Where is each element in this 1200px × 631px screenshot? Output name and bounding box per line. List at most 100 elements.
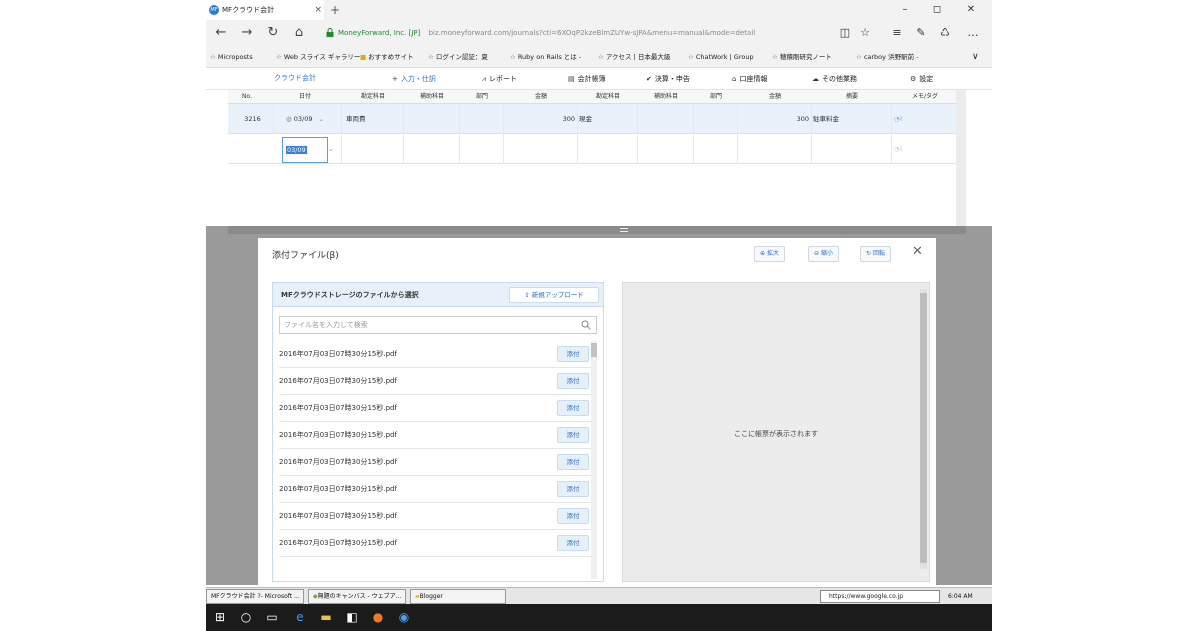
row-credit-dept[interactable] xyxy=(694,104,738,134)
refresh-icon[interactable]: ↻ xyxy=(262,20,284,46)
app-logo[interactable]: クラウド会計 xyxy=(274,73,316,83)
reading-view-icon[interactable]: ◫ xyxy=(834,20,856,46)
home-icon[interactable]: ⌂ xyxy=(288,20,310,46)
attach-button[interactable]: 添付 xyxy=(557,427,589,443)
row-debit-dept[interactable] xyxy=(460,104,504,134)
row-debit-amount[interactable] xyxy=(504,134,578,164)
more-icon[interactable]: … xyxy=(962,20,984,46)
row-description[interactable] xyxy=(812,134,892,164)
row-credit-dept[interactable] xyxy=(694,134,738,164)
star-icon: ■ xyxy=(360,53,367,61)
taskbar-item-blogger[interactable]: ▰Blogger xyxy=(410,589,506,604)
nav-report[interactable]: ⩘ レポート xyxy=(482,68,517,90)
row-debit-sub[interactable] xyxy=(404,134,460,164)
attach-button[interactable]: 添付 xyxy=(557,481,589,497)
storage-panel-header: MFクラウドストレージのファイルから選択 ⇪ 新規アップロード xyxy=(273,283,603,307)
row-credit-account[interactable] xyxy=(578,134,638,164)
chrome-icon[interactable]: ◉ xyxy=(392,604,416,631)
rotate-button[interactable]: ↻ 回転 xyxy=(860,246,892,262)
close-icon[interactable]: ✕ xyxy=(912,244,923,259)
table-row[interactable]: 3216 ◍ 03/09 ⌄ 車両費 300 現金 300 駐車料金 ◔⌇ xyxy=(228,104,966,134)
row-memo-icons[interactable]: ◔⌇ xyxy=(892,134,958,164)
attach-button[interactable]: 添付 xyxy=(557,508,589,524)
taskbar-url-box[interactable]: https://www.google.co.jp xyxy=(820,590,940,603)
row-debit-account[interactable] xyxy=(342,134,404,164)
browser-tab[interactable]: MF MFクラウド会計 × xyxy=(206,0,324,20)
splitter-bar[interactable] xyxy=(228,226,966,234)
share-icon[interactable]: ♺ xyxy=(934,20,956,46)
nav-input[interactable]: + 入力・仕訳 xyxy=(392,68,436,90)
row-credit-account[interactable]: 現金 xyxy=(578,104,638,134)
maximize-icon[interactable]: ◻ xyxy=(924,0,950,20)
favorite-item[interactable]: ☆ carboy 浜野駅前 - xyxy=(856,46,919,68)
minimize-icon[interactable]: – xyxy=(892,0,918,20)
favorite-item[interactable]: ☆ ログイン認証：夏 xyxy=(428,46,488,68)
upload-button[interactable]: ⇪ 新規アップロード xyxy=(509,287,599,303)
zoom-out-button[interactable]: ⊖ 縮小 xyxy=(808,246,840,262)
row-debit-dept[interactable] xyxy=(460,134,504,164)
favorite-item[interactable]: ☆ アクセス | 日本最大級 xyxy=(598,46,670,68)
forward-icon[interactable]: → xyxy=(236,20,258,46)
favorites-chevron-icon[interactable]: ∨ xyxy=(972,46,979,68)
row-credit-amount[interactable]: 300 xyxy=(738,104,812,134)
nav-ledger[interactable]: ▤ 会計帳簿 xyxy=(568,68,606,90)
row-credit-sub[interactable] xyxy=(638,104,694,134)
cortana-icon[interactable]: ○ xyxy=(234,604,258,631)
edge-icon[interactable]: e xyxy=(288,604,312,631)
taskbar-item-mf[interactable]: MFクラウド会計 ?- Microsoft ... xyxy=(206,589,304,604)
hub-icon[interactable]: ≡ xyxy=(886,20,908,46)
tab-close-icon[interactable]: × xyxy=(314,0,322,20)
back-icon[interactable]: ← xyxy=(210,20,232,46)
media-icon[interactable]: ● xyxy=(366,604,390,631)
row-description[interactable]: 駐車料金 xyxy=(812,104,892,134)
chevron-down-icon[interactable]: ⌄ xyxy=(328,134,342,164)
table-row[interactable]: 03/09 ⌄ ◔⌇ xyxy=(228,134,966,164)
start-icon[interactable]: ⊞ xyxy=(208,604,232,631)
nav-other[interactable]: ☁ その他業務 xyxy=(812,68,857,90)
file-name: 2016年07月03日07時30分15秒.pdf xyxy=(279,512,397,520)
window-close-icon[interactable]: ✕ xyxy=(958,0,984,20)
favorite-star-icon[interactable]: ☆ xyxy=(854,20,876,46)
attach-button[interactable]: 添付 xyxy=(557,346,589,362)
file-name: 2016年07月03日07時30分15秒.pdf xyxy=(279,431,397,439)
drag-handle-icon[interactable] xyxy=(620,228,628,232)
address-bar[interactable]: MoneyForward, Inc. [JP] biz.moneyforward… xyxy=(324,24,844,42)
preview-scrollbar[interactable] xyxy=(920,289,927,569)
nav-accounts[interactable]: ⌂ 口座情報 xyxy=(732,68,767,90)
favorite-item[interactable]: ☆ Ruby on Rails とは - xyxy=(510,46,581,68)
tab-strip: MF MFクラウド会計 × + – ◻ ✕ xyxy=(206,0,992,20)
nav-settings[interactable]: ⚙ 設定 xyxy=(910,68,933,90)
row-memo-icons[interactable]: ◔⌇ xyxy=(892,104,958,134)
attach-button[interactable]: 添付 xyxy=(557,454,589,470)
row-date-cell[interactable]: ◍ 03/09 ⌄ xyxy=(282,104,342,134)
file-search-input[interactable]: ファイル名を入力して検索 xyxy=(279,316,597,334)
star-icon: ☆ xyxy=(510,53,516,61)
new-tab-icon[interactable]: + xyxy=(330,0,340,20)
zoom-in-button[interactable]: ⊕ 拡大 xyxy=(754,246,786,262)
favorite-item[interactable]: ■ おすすめサイト xyxy=(360,46,414,68)
row-debit-sub[interactable] xyxy=(404,104,460,134)
col-debit-dept: 部門 xyxy=(475,93,488,100)
store-icon[interactable]: ◧ xyxy=(340,604,364,631)
file-list-scrollbar[interactable] xyxy=(591,341,597,579)
attach-button[interactable]: 添付 xyxy=(557,535,589,551)
scrollbar-thumb[interactable] xyxy=(591,343,597,357)
nav-settlement[interactable]: ✔ 決算・申告 xyxy=(646,68,690,90)
attach-button[interactable]: 添付 xyxy=(557,400,589,416)
attach-button[interactable]: 添付 xyxy=(557,373,589,389)
task-view-icon[interactable]: ▭ xyxy=(260,604,284,631)
row-debit-account[interactable]: 車両費 xyxy=(342,104,404,134)
favorite-item[interactable]: ☆ ChatWork | Group xyxy=(688,46,754,68)
web-note-icon[interactable]: ✎ xyxy=(910,20,932,46)
favorite-item[interactable]: ☆ Web スライス ギャラリー xyxy=(276,46,360,68)
date-input[interactable]: 03/09 xyxy=(282,137,328,163)
list-item: 2016年07月03日07時30分15秒.pdf 添付 xyxy=(279,476,591,503)
row-debit-amount[interactable]: 300 xyxy=(504,104,578,134)
favorite-item[interactable]: ☆ 穂積剛研究ノート xyxy=(772,46,832,68)
row-credit-sub[interactable] xyxy=(638,134,694,164)
favorite-item[interactable]: ☆ Microposts xyxy=(210,46,253,68)
scrollbar-thumb[interactable] xyxy=(920,293,927,563)
row-credit-amount[interactable] xyxy=(738,134,812,164)
taskbar-item-canvas[interactable]: ◆無題のキャンバス - ウェブア... xyxy=(308,589,406,604)
explorer-icon[interactable]: ▬ xyxy=(314,604,338,631)
